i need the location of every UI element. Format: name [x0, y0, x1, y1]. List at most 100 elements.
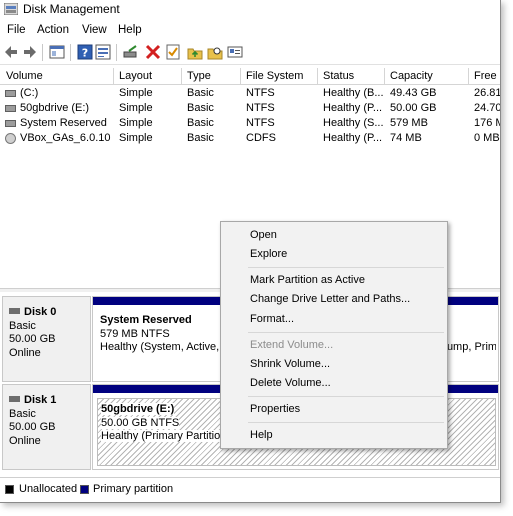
column-volume[interactable]: Volume: [6, 70, 112, 82]
column-file-system[interactable]: File System: [246, 70, 316, 82]
cell-volume: (C:): [20, 87, 39, 99]
disk-name: Disk 0: [24, 306, 57, 318]
column-divider[interactable]: [317, 68, 318, 84]
cell-status: Healthy (S...: [323, 117, 383, 129]
checklist-icon[interactable]: [165, 44, 181, 60]
console-tree-icon[interactable]: [49, 44, 65, 60]
column-divider[interactable]: [113, 68, 114, 84]
properties-icon[interactable]: [95, 44, 111, 60]
partition-status: Healthy (Primary Partition: [101, 430, 227, 442]
disk-1-label[interactable]: Disk 1 Basic 50.00 GB Online: [2, 384, 91, 470]
forward-arrow-icon[interactable]: [21, 44, 37, 60]
cell-capacity: 49.43 GB: [390, 87, 437, 99]
cell-type: Basic: [187, 87, 214, 99]
column-divider[interactable]: [468, 68, 469, 84]
more-icon[interactable]: [227, 44, 243, 60]
menu-separator: [248, 267, 444, 268]
cell-status: Healthy (B...: [323, 87, 383, 99]
column-divider[interactable]: [384, 68, 385, 84]
column-divider[interactable]: [240, 68, 241, 84]
volume-list-header: Volume Layout Type File System Status Ca…: [0, 68, 500, 85]
up-folder-icon[interactable]: [187, 44, 203, 60]
help-icon[interactable]: ?: [77, 44, 93, 60]
connect-drive-icon[interactable]: [123, 44, 139, 60]
column-divider[interactable]: [181, 68, 182, 84]
menu-item-extend-volume: Extend Volume...: [250, 339, 334, 351]
cell-layout: Simple: [119, 132, 153, 144]
cd-drive-icon: [5, 133, 16, 144]
cell-capacity: 50.00 GB: [390, 102, 437, 114]
toolbar-separator: [70, 44, 71, 61]
cell-file-system: NTFS: [246, 117, 275, 129]
menu-bar: File Action View Help: [0, 22, 500, 40]
menu-item-delete-volume[interactable]: Delete Volume...: [250, 377, 331, 389]
column-free-space[interactable]: Free Sp: [474, 70, 500, 82]
column-status[interactable]: Status: [323, 70, 383, 82]
cell-free-space: 26.81: [474, 87, 501, 99]
delete-icon[interactable]: [145, 44, 161, 60]
cell-file-system: CDFS: [246, 132, 276, 144]
menu-separator: [248, 422, 444, 423]
cell-free-space: 24.70: [474, 102, 501, 114]
partition-size: 50.00 GB NTFS: [101, 416, 180, 429]
disk-0-label[interactable]: Disk 0 Basic 50.00 GB Online: [2, 296, 91, 382]
context-menu: Open Explore Mark Partition as Active Ch…: [220, 221, 448, 449]
back-arrow-icon[interactable]: [4, 44, 20, 60]
menu-help[interactable]: Help: [118, 24, 142, 36]
menu-separator: [248, 332, 444, 333]
cell-free-space: 176 M: [474, 117, 500, 129]
legend-swatch-primary: [80, 485, 89, 494]
menu-item-explore[interactable]: Explore: [250, 248, 287, 260]
column-capacity[interactable]: Capacity: [390, 70, 466, 82]
drive-icon: [5, 90, 16, 97]
cell-layout: Simple: [119, 87, 153, 99]
cell-volume: 50gbdrive (E:): [20, 102, 90, 114]
legend-bar: Unallocated Primary partition: [0, 477, 500, 499]
table-row[interactable]: VBox_GAs_6.0.10 (... Simple Basic CDFS H…: [0, 131, 500, 146]
disk-management-app-icon: [4, 3, 18, 15]
table-row[interactable]: System Reserved Simple Basic NTFS Health…: [0, 116, 500, 131]
svg-text:?: ?: [82, 47, 88, 60]
menu-view[interactable]: View: [82, 24, 107, 36]
search-folder-icon[interactable]: [207, 44, 223, 60]
column-type[interactable]: Type: [187, 70, 239, 82]
menu-item-change-drive-letter[interactable]: Change Drive Letter and Paths...: [250, 293, 410, 305]
cell-type: Basic: [187, 117, 214, 129]
title-bar: Disk Management: [0, 0, 500, 20]
legend-swatch-unallocated: [5, 485, 14, 494]
cell-capacity: 74 MB: [390, 132, 422, 144]
toolbar-separator: [42, 44, 43, 61]
drive-icon: [5, 120, 16, 127]
menu-item-format[interactable]: Format...: [250, 313, 294, 325]
cell-layout: Simple: [119, 117, 153, 129]
disk-size: 50.00 GB: [9, 333, 56, 345]
menu-file[interactable]: File: [7, 24, 26, 36]
disk-name: Disk 1: [24, 394, 57, 406]
table-row[interactable]: (C:) Simple Basic NTFS Healthy (B... 49.…: [0, 86, 501, 101]
disk-type: Basic: [9, 407, 36, 420]
disk-size: 50.00 GB: [9, 421, 56, 433]
cell-volume: System Reserved: [20, 117, 107, 129]
column-layout[interactable]: Layout: [119, 70, 179, 82]
cell-file-system: NTFS: [246, 102, 275, 114]
menu-item-help[interactable]: Help: [250, 429, 273, 441]
table-row[interactable]: 50gbdrive (E:) Simple Basic NTFS Healthy…: [0, 101, 501, 116]
menu-separator: [248, 396, 444, 397]
legend-label-unallocated: Unallocated: [19, 483, 78, 495]
disk-status: Online: [9, 434, 41, 447]
disk-icon: [9, 308, 20, 314]
menu-item-open[interactable]: Open: [250, 229, 277, 241]
cell-capacity: 579 MB: [390, 117, 428, 129]
menu-action[interactable]: Action: [37, 24, 69, 36]
partition-name: 50gbdrive (E:): [101, 403, 175, 415]
cell-layout: Simple: [119, 102, 153, 114]
cell-type: Basic: [187, 102, 214, 114]
menu-item-mark-active[interactable]: Mark Partition as Active: [250, 274, 365, 286]
menu-item-shrink-volume[interactable]: Shrink Volume...: [250, 358, 330, 370]
disk-icon: [9, 396, 20, 402]
disk-status: Online: [9, 346, 41, 359]
cell-free-space: 0 MB: [474, 132, 500, 144]
menu-item-properties[interactable]: Properties: [250, 403, 300, 415]
cell-volume: VBox_GAs_6.0.10 (...: [20, 132, 112, 144]
cell-type: Basic: [187, 132, 214, 144]
